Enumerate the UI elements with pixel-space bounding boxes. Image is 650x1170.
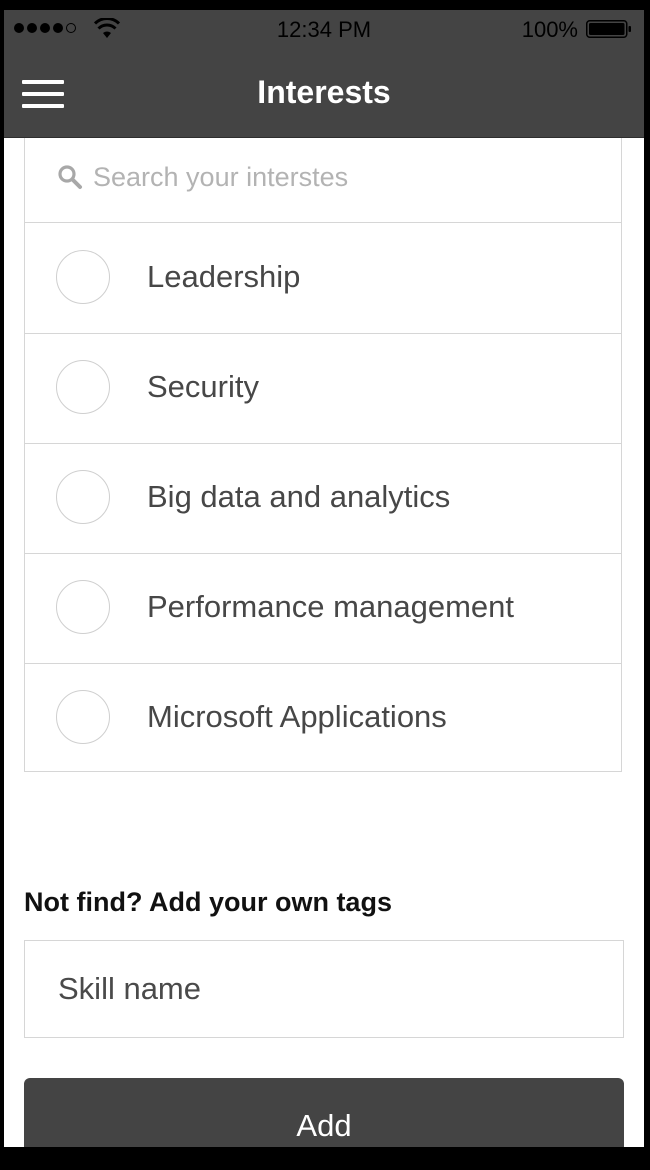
battery-icon xyxy=(586,20,631,38)
interest-item-performance-management[interactable]: Performance management xyxy=(25,553,621,664)
interests-list: Leadership Security Big data and analyti… xyxy=(24,138,622,772)
skill-name-input[interactable] xyxy=(24,940,624,1038)
search-input[interactable] xyxy=(93,158,593,196)
interest-label: Leadership xyxy=(147,259,301,294)
search-icon xyxy=(58,165,82,189)
radio-button[interactable] xyxy=(56,360,110,414)
radio-button[interactable] xyxy=(56,690,110,744)
radio-button[interactable] xyxy=(56,470,110,524)
status-bar: 12:34 PM 100% xyxy=(4,10,644,48)
interest-label: Security xyxy=(147,369,259,404)
interest-item-big-data[interactable]: Big data and analytics xyxy=(25,443,621,554)
add-button[interactable]: Add xyxy=(24,1078,624,1147)
interest-label: Big data and analytics xyxy=(147,479,451,514)
nav-bar: Interests xyxy=(4,50,644,137)
add-tags-heading: Not find? Add your own tags xyxy=(24,887,392,917)
radio-button[interactable] xyxy=(56,250,110,304)
radio-button[interactable] xyxy=(56,580,110,634)
page-title: Interests xyxy=(257,74,391,110)
interest-label: Microsoft Applications xyxy=(147,699,447,734)
interest-item-leadership[interactable]: Leadership xyxy=(25,223,621,334)
search-bar xyxy=(25,138,621,223)
interest-label: Performance management xyxy=(147,589,515,624)
battery-percent: 100% xyxy=(521,17,578,42)
header: 12:34 PM 100% Interests xyxy=(4,10,644,138)
interest-item-microsoft-applications[interactable]: Microsoft Applications xyxy=(25,663,621,773)
interest-item-security[interactable]: Security xyxy=(25,333,621,444)
interests-screen: 12:34 PM 100% Interests Search your inte… xyxy=(4,10,644,1147)
